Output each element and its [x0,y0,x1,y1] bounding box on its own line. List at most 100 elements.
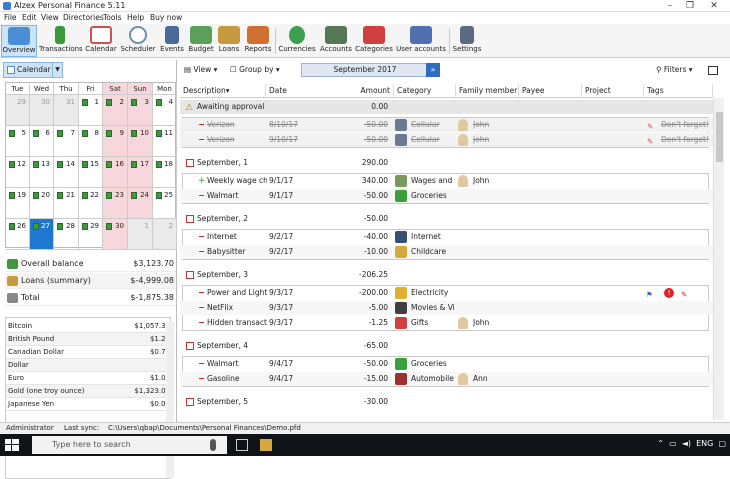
language-indicator[interactable]: ENG [696,439,713,448]
group-header[interactable]: September, 1 290.00 [180,156,713,170]
col-description[interactable]: Description▾ [180,84,266,98]
menu-buy-now[interactable]: Buy now [150,13,182,22]
currency-row[interactable]: Bitcoin $1,057.39 [6,320,170,333]
toolbar-overview-button[interactable]: Overview [1,25,37,57]
transaction-row[interactable]: Walmart 9/4/17 -50.00 Groceries [180,357,713,371]
calendar-day[interactable]: 16 [103,157,128,188]
menu-edit[interactable]: Edit [22,13,37,22]
notification-icon[interactable]: ▢ [718,439,726,448]
group-header[interactable]: September, 5 -30.00 [180,395,713,409]
minimize-button[interactable]: – [660,0,680,12]
calendar-day[interactable]: 29 [79,219,103,250]
toolbar-events-button[interactable]: Events [158,25,186,57]
group-header[interactable]: ⚠ Awaiting approval 0.00 [180,100,713,114]
currency-row[interactable]: Dollar [6,359,170,372]
toolbar-budget-button[interactable]: Budget [187,25,215,57]
calendar-day[interactable]: 1 [79,95,103,126]
panel-toggle-button[interactable] [708,66,718,75]
calendar-day[interactable]: 10 [128,126,153,157]
calendar-day[interactable]: 14 [54,157,79,188]
next-month-button[interactable]: » [426,63,440,77]
calendar-dropdown-button[interactable]: Calendar ▼ [3,62,63,78]
currency-row[interactable]: Euro $1.06 [6,372,170,385]
calendar-day[interactable]: 22 [79,188,103,219]
calendar-day[interactable]: 25 [153,188,177,219]
calendar-day[interactable]: 24 [128,188,153,219]
microphone-icon[interactable] [210,439,216,451]
calendar-day[interactable]: 21 [54,188,79,219]
calendar-day[interactable]: 8 [79,126,103,157]
col-amount[interactable]: Amount [330,84,394,98]
col-category[interactable]: Category [394,84,456,98]
calendar-day[interactable]: 19 [6,188,30,219]
toolbar-reports-button[interactable]: Reports [243,25,273,57]
alzex-taskbar-icon[interactable] [260,439,272,451]
calendar-day[interactable]: 3 [128,95,153,126]
calendar-day[interactable]: 11 [153,126,177,157]
calendar-day[interactable]: 17 [128,157,153,188]
transaction-row[interactable]: Internet 9/2/17 -40.00 Internet [180,230,713,244]
transaction-row[interactable]: Walmart 9/1/17 -50.00 Groceries [180,189,713,203]
toolbar-calendar-button[interactable]: Calendar [84,25,118,57]
currency-row[interactable]: Japanese Yen $0.01 [6,398,170,411]
calendar-day[interactable]: 23 [103,188,128,219]
calendar-day[interactable]: 9 [103,126,128,157]
calendar-day[interactable]: 31 [54,95,79,126]
group-by-button[interactable]: ☐ Group by ▾ [230,63,280,77]
calendar-day[interactable]: 12 [6,157,30,188]
menu-tools[interactable]: Tools [103,13,121,22]
transaction-row[interactable]: Hidden transactio 9/3/17 -1.25 Gifts John [180,316,713,330]
toolbar-settings-button[interactable]: Settings [452,25,482,57]
network-icon[interactable]: ▭ [669,439,677,448]
menu-directories[interactable]: Directories [63,13,104,22]
transaction-row[interactable]: Gasoline 9/4/17 -15.00 Automobile Ann [180,372,713,386]
calendar-day[interactable]: 26 [6,219,30,250]
transaction-row[interactable]: NetFlix 9/3/17 -5.00 Movies & Vic [180,301,713,315]
scroll-thumb[interactable] [716,112,723,162]
calendar-day[interactable]: 18 [153,157,177,188]
menu-view[interactable]: View [41,13,59,22]
calendar-day[interactable]: 30 [30,95,54,126]
calendar-day[interactable]: 6 [30,126,54,157]
calendar-day[interactable]: 1 [128,219,153,250]
menu-file[interactable]: File [4,13,17,22]
calendar-day[interactable]: 29 [6,95,30,126]
toolbar-user-accounts-button[interactable]: User accounts [396,25,446,57]
toolbar-categories-button[interactable]: Categories [355,25,393,57]
taskbar-search-box[interactable]: Type here to search [32,436,227,454]
currency-row[interactable]: Canadian Dollar $0.76 [6,346,170,359]
col-tags[interactable]: Tags [644,84,713,98]
maximize-button[interactable]: ❐ [680,0,700,12]
calendar-day[interactable]: 20 [30,188,54,219]
tray-chevron-icon[interactable]: ⌃ [657,439,664,448]
toolbar-accounts-button[interactable]: Accounts [318,25,354,57]
toolbar-loans-button[interactable]: Loans [216,25,242,57]
group-header[interactable]: September, 2 -50.00 [180,212,713,226]
calendar-day[interactable]: 2 [103,95,128,126]
toolbar-currencies-button[interactable]: Currencies [278,25,316,57]
transaction-row[interactable]: Verizon 9/10/17 -50.00 Cellular John ✎ Don't f… [180,133,713,147]
toolbar-transactions-button[interactable]: Transactions [39,25,83,57]
volume-icon[interactable]: ◄) [682,439,691,448]
calendar-day[interactable]: 28 [54,219,79,250]
menu-help[interactable]: Help [127,13,144,22]
transaction-row[interactable]: Power and Light 9/3/17 -200.00 Electricity ⚑… [180,286,713,300]
transaction-row[interactable]: Babysitter 9/2/17 -10.00 Childcare [180,245,713,259]
calendar-day[interactable]: 2 [153,219,177,250]
calendar-day[interactable]: 27 [30,219,54,250]
transaction-row[interactable]: +Weekly wage cher9/1/17 340.00 Wages and S… [180,174,713,188]
calendar-day[interactable]: 13 [30,157,54,188]
toolbar-scheduler-button[interactable]: Scheduler [120,25,156,57]
col-family-member[interactable]: Family member [456,84,519,98]
task-view-icon[interactable] [236,439,248,451]
close-button[interactable]: ✕ [704,0,724,12]
calendar-day[interactable]: 30 [103,219,128,250]
windows-start-icon[interactable] [5,439,19,451]
view-button[interactable]: ▤ View ▾ [184,63,217,77]
calendar-day[interactable]: 5 [6,126,30,157]
currency-row[interactable]: Gold (one troy ounce) $1,323.00 [6,385,170,398]
filters-button[interactable]: ⚲ Filters ▾ [656,63,693,77]
transaction-row[interactable]: Verizon 8/10/17 -50.00 Cellular John ✎ Don't f… [180,118,713,132]
calendar-day[interactable]: 15 [79,157,103,188]
col-project[interactable]: Project [582,84,644,98]
